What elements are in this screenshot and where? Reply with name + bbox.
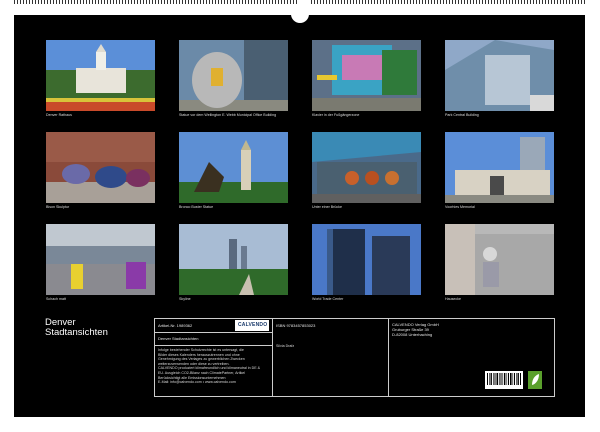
thumb-park-central xyxy=(445,40,554,111)
publisher-info-box: Artikel-Nr. 1989362 CALVENDO Denver Stad… xyxy=(154,318,555,397)
isbn: ISBN 9783457853023 xyxy=(276,323,316,328)
caption-10: Skyline xyxy=(179,297,191,301)
caption-7: Unter einer Brücke xyxy=(312,205,342,209)
spiral-binding-left xyxy=(14,0,297,4)
thumb-bronco xyxy=(179,132,288,203)
thumb-bison xyxy=(46,132,155,203)
publisher-address: CALVENDO Verlag GmbH Gruburger Straße 39… xyxy=(392,322,439,337)
calvendo-logo-text: CALVENDO xyxy=(238,322,268,328)
article-number: Artikel-Nr. 1989362 xyxy=(158,323,193,328)
caption-11: World Trade Center xyxy=(312,297,344,301)
calendar-name: Denver Stadtansichten xyxy=(158,336,199,341)
thumb-bridge xyxy=(312,132,421,203)
caption-4: Park Central Building xyxy=(445,113,479,117)
thumb-klavier xyxy=(312,40,421,111)
caption-3: Klavier in der Fußgängerzone xyxy=(312,113,360,117)
caption-8: Voorhies Memorial xyxy=(445,205,475,209)
thumb-rathaus xyxy=(46,40,155,111)
legal-text: Infolge bestehender Schutzrechte ist es … xyxy=(158,348,260,385)
caption-6: Bronco Buster Statue xyxy=(179,205,214,209)
spiral-binding-right xyxy=(311,0,585,4)
thumb-skyline xyxy=(179,224,288,295)
thumb-voorhies xyxy=(445,132,554,203)
author: Silvia Drafz xyxy=(276,344,295,348)
caption-5: Bison Skulptur xyxy=(46,205,70,209)
divider-h2 xyxy=(155,345,272,346)
barcode-icon xyxy=(487,373,521,385)
caption-2: Statue vor dem Wellington E. Webb Munici… xyxy=(179,113,277,117)
caption-9: Schach matt xyxy=(46,297,66,301)
caption-12: Hausecke xyxy=(445,297,461,301)
leaf-icon xyxy=(532,374,539,385)
divider-v1 xyxy=(272,319,273,396)
thumb-hausecke xyxy=(445,224,554,295)
divider-h1 xyxy=(155,332,272,333)
calvendo-logo: CALVENDO xyxy=(235,320,269,331)
thumb-statue-webb xyxy=(179,40,288,111)
title-line-2: Stadtansichten xyxy=(45,327,108,338)
divider-v2 xyxy=(388,319,389,396)
calendar-title: Denver Stadtansichten xyxy=(45,318,108,338)
climate-neutral-badge xyxy=(528,371,542,389)
thumb-wtc xyxy=(312,224,421,295)
barcode xyxy=(485,371,523,389)
caption-1: Denver Rathaus xyxy=(46,113,72,117)
thumb-schach xyxy=(46,224,155,295)
